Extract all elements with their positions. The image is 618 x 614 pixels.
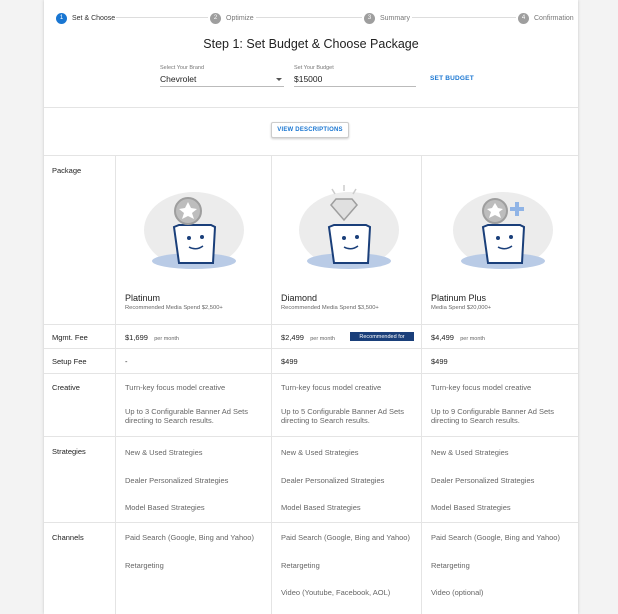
field-underline [160, 86, 284, 87]
package-recommended-spend: Recommended Media Spend $3,500+ [281, 305, 379, 311]
package-name: Platinum [125, 293, 161, 303]
row-divider [44, 522, 578, 523]
package-name: Diamond [281, 293, 318, 303]
channel-item: Paid Search (Google, Bing and Yahoo) [125, 533, 254, 542]
creative-item: Up to 5 Configurable Banner Ad Sets dire… [281, 407, 404, 425]
step-connector [116, 17, 208, 18]
row-divider [44, 324, 578, 325]
set-budget-button[interactable]: SET BUDGET [430, 75, 474, 82]
budget-input[interactable]: Set Your Budget $15000 [294, 65, 416, 87]
brand-label: Select Your Brand [160, 65, 205, 71]
column-divider [421, 155, 422, 614]
diamond-mascot-icon [299, 185, 399, 269]
budget-value: $15000 [294, 74, 323, 84]
row-label-strategies: Strategies [52, 447, 86, 456]
view-descriptions-button[interactable]: VIEW DESCRIPTIONS [271, 122, 349, 138]
step-optimize[interactable]: 2 Optimize [210, 9, 254, 27]
channel-item: Retargeting [125, 561, 164, 570]
mgmt-fee-cell: $4,499 per month [431, 333, 485, 344]
strategy-item: Dealer Personalized Strategies [281, 476, 385, 485]
stepper: 1 Set & Choose 2 Optimize 3 Summary 4 Co… [44, 9, 578, 27]
step-connector [256, 17, 362, 18]
step-number: 2 [210, 12, 221, 24]
row-divider [44, 373, 578, 374]
setup-fee-value: $499 [281, 357, 298, 366]
package-name: Platinum Plus [431, 293, 487, 303]
divider [44, 107, 578, 108]
per-month-label: per month [460, 336, 485, 342]
strategy-item: Model Based Strategies [281, 503, 361, 512]
package-recommended-spend: Recommended Media Spend $2,500+ [125, 305, 223, 311]
strategy-item: New & Used Strategies [125, 448, 203, 457]
package-recommended-spend: Media Spend $20,000+ [431, 305, 492, 311]
field-underline [294, 86, 416, 87]
creative-item: Turn-key focus model creative [431, 383, 532, 392]
chevron-down-icon [276, 78, 282, 81]
row-label-creative: Creative [52, 383, 80, 392]
strategy-item: Model Based Strategies [125, 503, 205, 512]
creative-item: Turn-key focus model creative [281, 383, 382, 392]
row-divider [44, 348, 578, 349]
channel-item: Paid Search (Google, Bing and Yahoo) [281, 533, 410, 542]
brand-select[interactable]: Select Your Brand Chevrolet [160, 65, 284, 87]
strategy-item: New & Used Strategies [281, 448, 359, 457]
row-label-setup-fee: Setup Fee [52, 357, 87, 366]
step-label: Optimize [226, 14, 254, 22]
step-number: 3 [364, 12, 375, 24]
step-summary[interactable]: 3 Summary [364, 9, 410, 27]
channel-item: Video (Youtube, Facebook, AOL) [281, 588, 391, 597]
channel-item: Retargeting [431, 561, 470, 570]
step-confirmation[interactable]: 4 Confirmation [518, 9, 574, 27]
channel-item: Paid Search (Google, Bing and Yahoo) [431, 533, 560, 542]
step-label: Summary [380, 14, 410, 22]
row-label-channels: Channels [52, 533, 84, 542]
creative-item: Up to 9 Configurable Banner Ad Sets dire… [431, 407, 554, 425]
mgmt-fee-cell: $1,699 per month [125, 333, 179, 344]
column-divider [271, 155, 272, 614]
creative-item: Turn-key focus model creative [125, 383, 226, 392]
setup-fee-value: - [125, 357, 128, 366]
row-label-mgmt-fee: Mgmt. Fee [52, 333, 88, 342]
row-divider [44, 436, 578, 437]
step-label: Confirmation [534, 14, 574, 22]
brand-value: Chevrolet [160, 74, 197, 84]
budget-label: Set Your Budget [294, 65, 334, 71]
page-title: Step 1: Set Budget & Choose Package [203, 37, 419, 51]
per-month-label: per month [154, 336, 179, 342]
strategy-item: New & Used Strategies [431, 448, 509, 457]
strategy-item: Dealer Personalized Strategies [431, 476, 535, 485]
table-top-border [44, 155, 578, 156]
channel-item: Retargeting [281, 561, 320, 570]
step-connector [412, 17, 516, 18]
per-month-label: per month [310, 336, 335, 342]
step-set-choose[interactable]: 1 Set & Choose [56, 9, 115, 27]
recommended-badge: Recommended for [350, 332, 414, 341]
row-label-package: Package [52, 166, 82, 175]
package-card: 1 Set & Choose 2 Optimize 3 Summary 4 Co… [44, 0, 578, 614]
step-number: 4 [518, 12, 529, 24]
setup-fee-value: $499 [431, 357, 448, 366]
step-number: 1 [56, 12, 67, 24]
mgmt-fee-value: $1,699 [125, 333, 148, 342]
platinum-plus-mascot-icon [453, 192, 553, 269]
column-divider [115, 155, 116, 614]
creative-item: Up to 3 Configurable Banner Ad Sets dire… [125, 407, 248, 425]
strategy-item: Model Based Strategies [431, 503, 511, 512]
step-label: Set & Choose [72, 14, 116, 22]
channel-item: Video (optional) [431, 588, 484, 597]
strategy-item: Dealer Personalized Strategies [125, 476, 229, 485]
mgmt-fee-value: $4,499 [431, 333, 454, 342]
mgmt-fee-value: $2,499 [281, 333, 304, 342]
mgmt-fee-cell: $2,499 per month [281, 333, 335, 344]
platinum-mascot-icon [144, 192, 244, 269]
